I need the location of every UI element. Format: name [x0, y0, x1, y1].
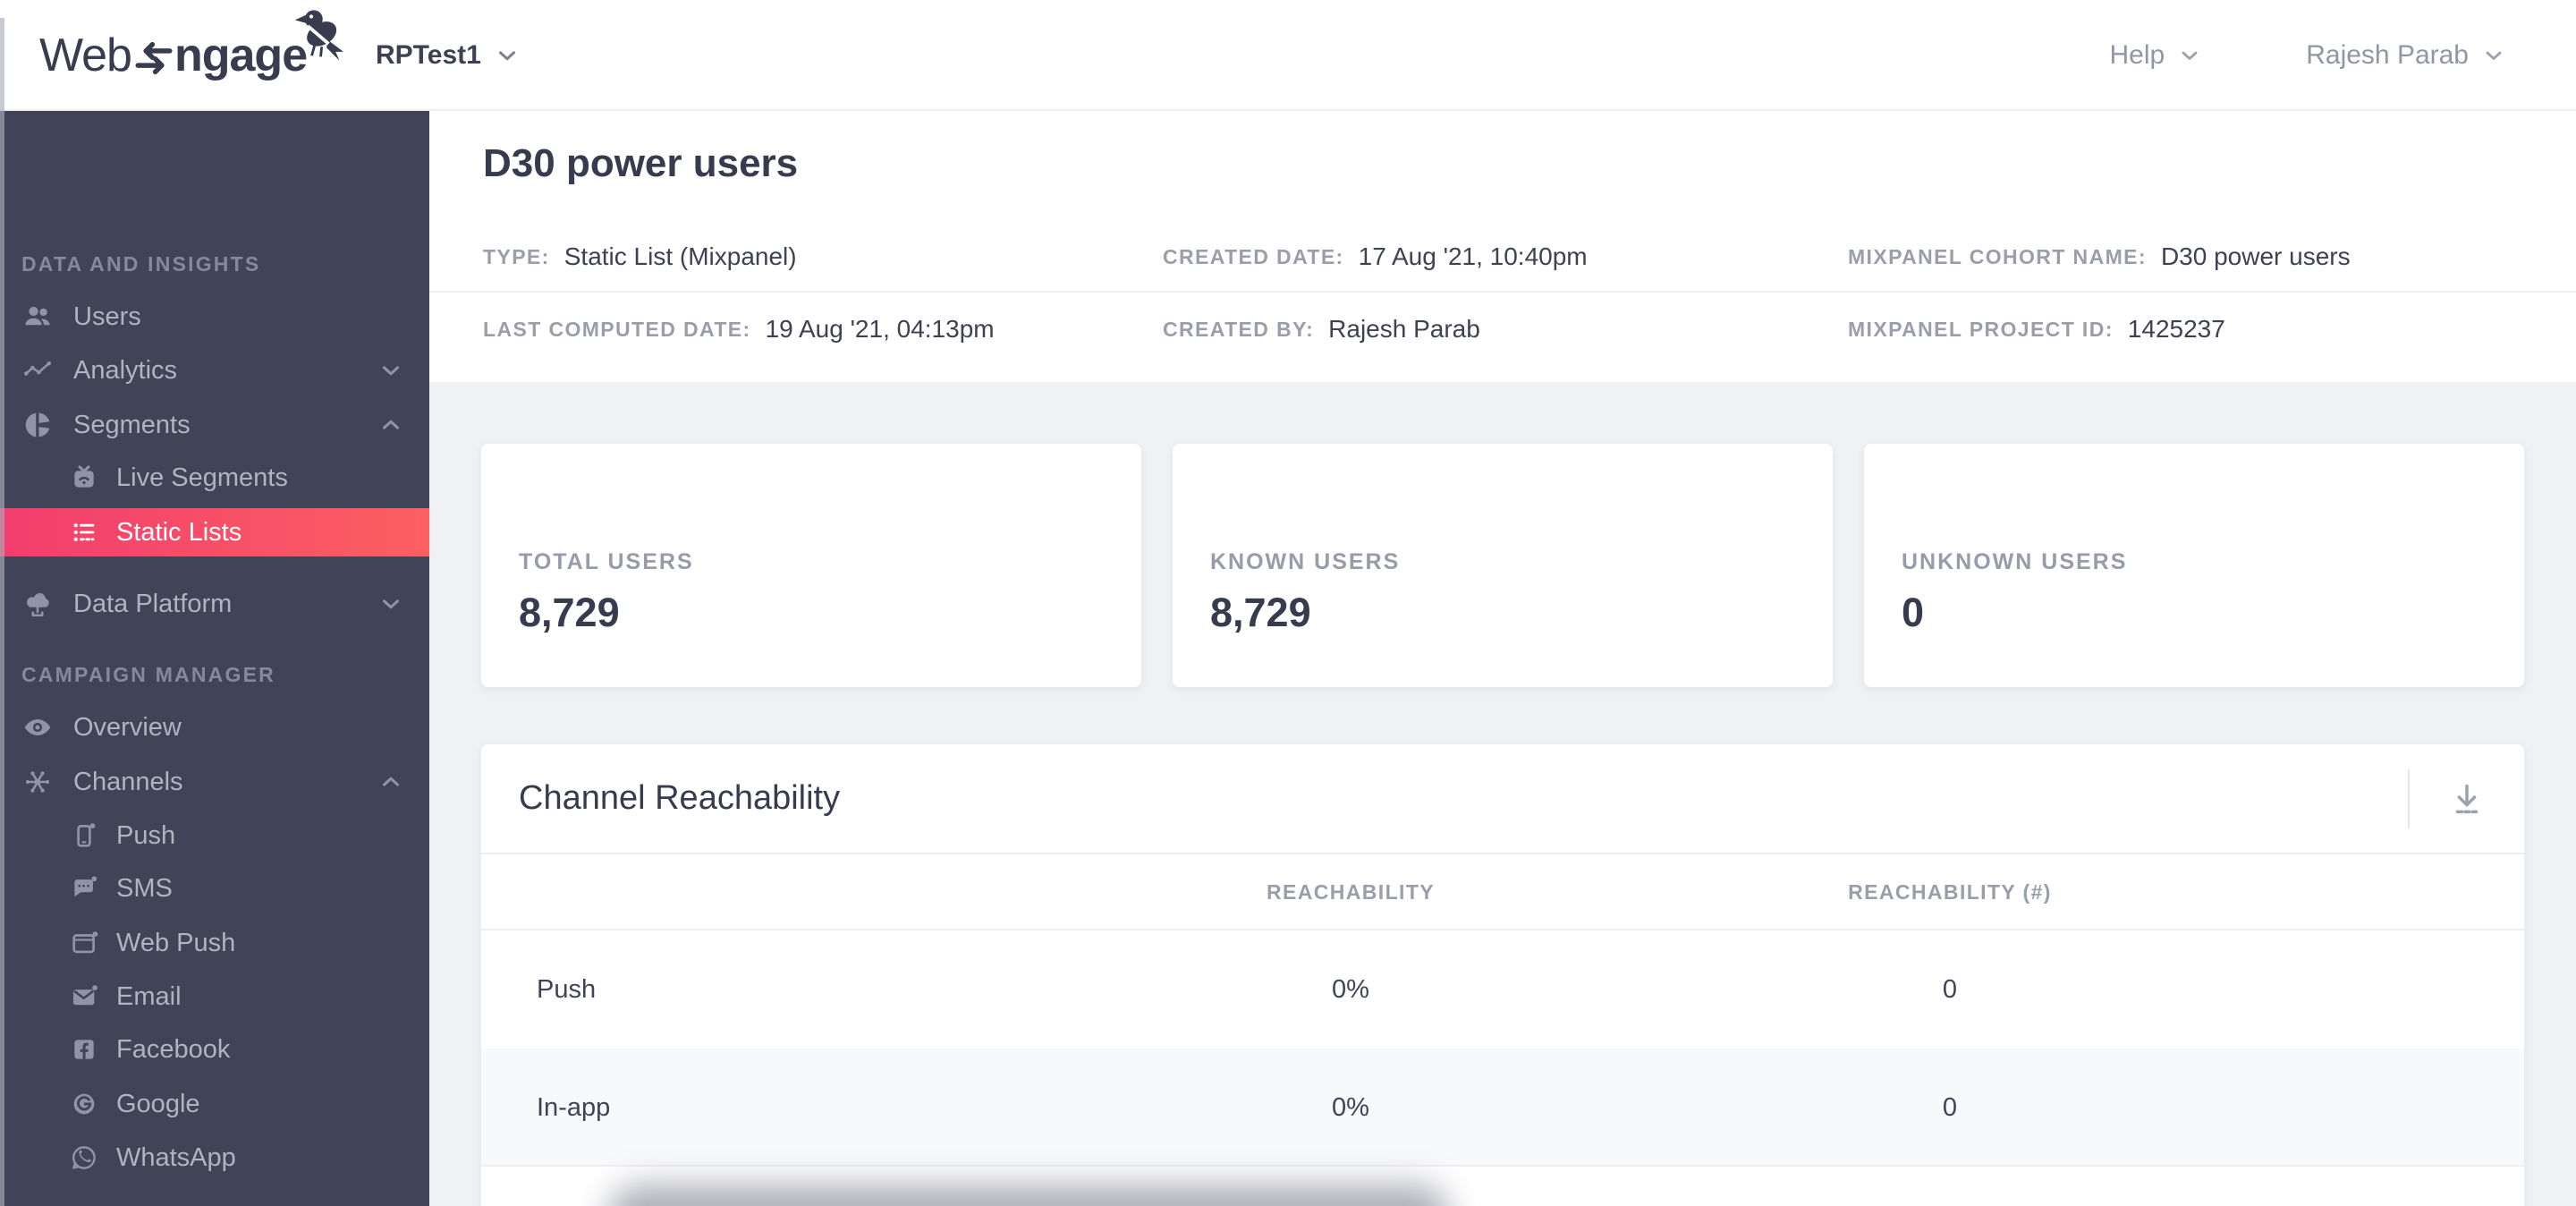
topbar: Web ngage RPTest1 Help Rajesh Parab: [0, 0, 2576, 111]
meta-created-date: CREATED DATE: 17 Aug '21, 10:40pm: [1163, 242, 1588, 270]
panel-title: Channel Reachability: [519, 779, 841, 817]
data-platform-icon: [21, 588, 54, 620]
sidebar-item-web-push[interactable]: Web Push: [0, 916, 429, 970]
chevron-down-icon: [494, 42, 521, 69]
chevron-down-icon: [377, 357, 404, 384]
sidebar-item-static-lists[interactable]: Static Lists: [0, 508, 429, 556]
sidebar: DATA AND INSIGHTS Users Analytics Segmen…: [0, 111, 429, 1206]
project-selector[interactable]: RPTest1: [376, 0, 521, 111]
sidebar-item-whatsapp[interactable]: WhatsApp: [0, 1131, 429, 1185]
sidebar-item-sms[interactable]: SMS: [0, 862, 429, 915]
sidebar-item-push[interactable]: Push: [0, 809, 429, 862]
col-reachability-count: REACHABILITY (#): [1848, 880, 2052, 904]
chevron-down-icon: [2481, 43, 2506, 68]
help-label: Help: [2109, 40, 2165, 70]
panel-header: Channel Reachability: [481, 744, 2524, 854]
analytics-icon: [21, 354, 54, 386]
user-name: Rajesh Parab: [2306, 40, 2469, 70]
eye-icon: [21, 711, 54, 743]
meta-cohort-name: MIXPANEL COHORT NAME: D30 power users: [1848, 242, 2351, 270]
sidebar-item-segments[interactable]: Segments: [0, 398, 429, 452]
sidebar-item-users[interactable]: Users: [0, 290, 429, 344]
unknown-users-card: UNKNOWN USERS 0: [1864, 444, 2524, 687]
sms-chat-icon: [69, 873, 99, 904]
static-lists-icon: [69, 517, 99, 548]
sidebar-item-analytics[interactable]: Analytics: [0, 344, 429, 397]
channel-reachability-panel: Channel Reachability REACHABILITY REACHA…: [481, 744, 2524, 1206]
table-row-inapp: In-app 0% 0: [481, 1049, 2524, 1167]
webengage-logo[interactable]: Web ngage: [39, 10, 344, 89]
whatsapp-icon: [69, 1142, 99, 1173]
chevron-up-icon: [377, 412, 404, 438]
sidebar-item-channels[interactable]: Channels: [0, 755, 429, 809]
webengage-app: Web ngage RPTest1 Help Rajesh Parab DATA…: [0, 0, 2576, 1206]
google-icon: [69, 1089, 99, 1119]
total-users-card: TOTAL USERS 8,729: [481, 444, 1141, 687]
section-header-data-and-insights: DATA AND INSIGHTS: [21, 251, 261, 276]
sidebar-item-google[interactable]: Google: [0, 1077, 429, 1131]
section-header-campaign-manager: CAMPAIGN MANAGER: [21, 662, 275, 686]
meta-divider: [429, 291, 2576, 293]
topbar-right: Help Rajesh Parab: [2110, 0, 2506, 111]
channels-hub-icon: [21, 766, 54, 798]
page-header: D30 power users TYPE: Static List (Mixpa…: [429, 111, 2576, 382]
segments-icon: [21, 409, 54, 441]
bottom-overlay-shadow: [608, 1185, 1449, 1206]
live-segments-icon: [69, 463, 99, 493]
table-header-row: REACHABILITY REACHABILITY (#): [481, 854, 2524, 930]
meta-last-computed: LAST COMPUTED DATE: 19 Aug '21, 04:13pm: [483, 315, 995, 343]
project-name: RPTest1: [376, 40, 481, 70]
known-users-card: KNOWN USERS 8,729: [1173, 444, 1833, 687]
help-menu[interactable]: Help: [2110, 40, 2203, 71]
stats-row: TOTAL USERS 8,729 KNOWN USERS 8,729 UNKN…: [481, 444, 2524, 687]
push-mobile-icon: [69, 820, 99, 851]
download-button[interactable]: [2410, 743, 2524, 854]
bird-icon: [284, 7, 348, 63]
chevron-up-icon: [377, 769, 404, 795]
meta-type: TYPE: Static List (Mixpanel): [483, 242, 797, 270]
main-content: D30 power users TYPE: Static List (Mixpa…: [429, 111, 2576, 1206]
page-title: D30 power users: [483, 141, 799, 185]
meta-created-by: CREATED BY: Rajesh Parab: [1163, 315, 1480, 343]
sidebar-item-facebook[interactable]: Facebook: [0, 1023, 429, 1076]
sidebar-item-email[interactable]: Email: [0, 970, 429, 1023]
facebook-icon: [69, 1034, 99, 1065]
meta-project-id: MIXPANEL PROJECT ID: 1425237: [1848, 315, 2225, 343]
web-push-browser-icon: [69, 928, 99, 958]
user-menu[interactable]: Rajesh Parab: [2306, 40, 2506, 71]
sidebar-item-overview[interactable]: Overview: [0, 701, 429, 754]
logo-text-web: Web: [39, 30, 132, 81]
chevron-down-icon: [377, 590, 404, 617]
logo-arrows-icon: [135, 38, 173, 79]
col-reachability: REACHABILITY: [1266, 880, 1436, 904]
sidebar-item-data-platform[interactable]: Data Platform: [0, 577, 429, 631]
table-row-push: Push 0% 0: [537, 974, 1958, 1004]
sidebar-item-live-segments[interactable]: Live Segments: [0, 451, 429, 505]
chevron-down-icon: [2177, 43, 2202, 68]
download-icon: [2446, 778, 2487, 820]
users-icon: [21, 301, 54, 333]
window-edge-strip: [0, 18, 4, 1206]
email-envelope-icon: [69, 981, 99, 1012]
